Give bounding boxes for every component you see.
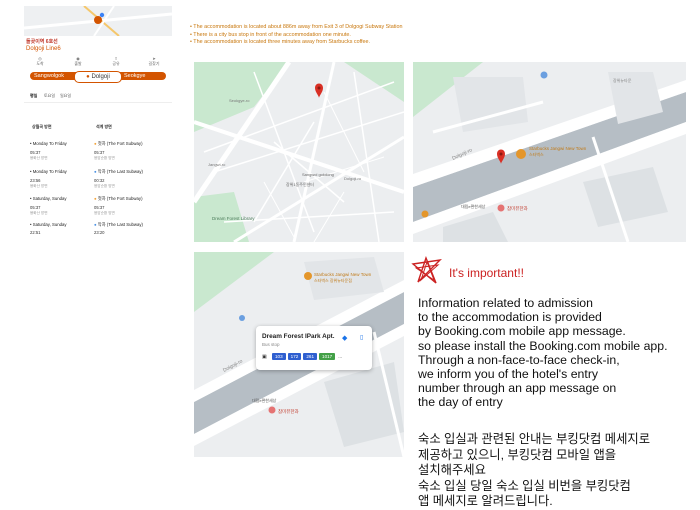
station-mini-map[interactable] (24, 6, 172, 36)
directions-icon[interactable]: ◆ (342, 334, 347, 342)
map-label: Dolgoji-ro (344, 176, 362, 181)
location-notes: • The accommodation is located about 886… (190, 24, 402, 47)
station-title: 돌곶이역 6호선 (26, 39, 58, 45)
close-up-map-graphic: Dolgoji-ro Starbucks Jangwi New Town 스타벅… (413, 62, 686, 242)
share-button[interactable]: ⇪ 공유 (104, 56, 128, 67)
note-item: • There is a city bus stop in front of t… (190, 31, 351, 38)
bus-route-badge[interactable]: 172 (287, 353, 302, 360)
info-line: 설치해주세요 (418, 463, 486, 477)
depart-button[interactable]: ◉ 출발 (66, 56, 90, 67)
info-line: to the accommodation is provided (418, 310, 602, 325)
current-station-icon: ● (86, 74, 90, 80)
bus-stop-subtitle: Bus stop (262, 342, 280, 347)
bus-stop-title: Dream Forest IPark Apt. (262, 333, 335, 340)
map-label: Jangwi-ro (208, 162, 226, 167)
mini-map-graphic (24, 6, 172, 36)
map-label: 대림e편한세상 (252, 397, 277, 403)
last-train-icon: ● (94, 222, 97, 227)
info-line: number through an app message on (418, 381, 617, 396)
arrive-button[interactable]: ◎ 도착 (28, 56, 52, 67)
map-label: Dream Forest Library (212, 216, 255, 221)
transit-icon (540, 71, 548, 79)
divider (24, 102, 172, 103)
bus-route-badge[interactable]: 261 (303, 353, 318, 360)
info-line: 숙소 입실 당일 숙소 입실 비번을 부킹닷컴 (418, 478, 631, 493)
bus-route-list: 103 172 261 1017 ... (272, 353, 343, 360)
map-label: 참미뷰한과 (278, 408, 299, 415)
first-train-icon: ● (94, 141, 97, 146)
important-heading: It's important!! (449, 266, 524, 280)
bus-route-more[interactable]: ... (337, 353, 343, 360)
info-line: we inform you of the hotel's entry (418, 367, 599, 382)
starbucks-marker-icon (304, 272, 312, 280)
map-label: 장위1동주민센터 (286, 181, 314, 187)
clinic-marker-icon (268, 406, 276, 414)
bus-stop-card[interactable]: Dream Forest IPark Apt. Bus stop ◆ ▯ ▣ 1… (256, 326, 372, 370)
route-current-station: ● Dolgoji (74, 71, 122, 83)
tab-sunday[interactable]: 일요일 (60, 93, 71, 99)
info-line: 앱 메세지로 알려드립니다. (418, 494, 553, 508)
route-next-station[interactable]: Seokgye (124, 72, 145, 80)
station-marker-icon (94, 16, 102, 24)
directions-button[interactable]: ➤ 길찾기 (142, 56, 166, 67)
note-item: • The accommodation is located about 886… (190, 24, 403, 30)
star-scribble-icon (411, 256, 442, 284)
bus-stop-map[interactable]: Starbucks Jangwi New Town 스타벅스 장위뉴타운점 Do… (194, 252, 404, 457)
map-label: 대림e편한세상 (461, 203, 486, 209)
note-item: • The accommodation is located three min… (190, 39, 370, 45)
info-line: Through a non-face-to-face check-in, (418, 352, 620, 367)
first-train-icon: ● (94, 196, 97, 201)
info-line: so please install the Booking.com mobile… (418, 338, 668, 353)
station-name: Dolgoji Line6 (26, 46, 61, 52)
info-line: the day of entry (418, 395, 503, 410)
close-up-map[interactable]: Dolgoji-ro Starbucks Jangwi New Town 스타벅… (413, 62, 686, 242)
map-label: 장위뉴타운 (613, 77, 632, 83)
admission-info-korean: 숙소 입실과 관련된 안내는 부킹닷컴 메세지로 제공하고 있으니, 부킹닷컴 … (418, 432, 700, 510)
bus-route-badge[interactable]: 1017 (319, 353, 336, 360)
route-prev-station[interactable]: Sangwolgok (34, 72, 64, 80)
info-line: 제공하고 있으니, 부킹닷컴 모바일 앱을 (418, 447, 617, 462)
map-label: 스타벅스 장위뉴타운점 (314, 277, 352, 283)
starbucks-marker-icon (516, 149, 526, 159)
tab-saturday[interactable]: 토요일 (44, 93, 55, 99)
admission-info-english: Information related to admission to the … (418, 296, 700, 410)
neighborhood-map-graphic: Seokgye-ro Dolgoji-ro Jangwi-ro Dream Fo… (194, 62, 404, 242)
subway-timetable-panel: 돌곶이역 6호선 Dolgoji Line6 ◎ 도착 ◉ 출발 ⇪ 공유 ➤ 길찾기 … (24, 6, 172, 238)
save-icon[interactable]: ▯ (360, 334, 363, 341)
bus-icon: ▣ (262, 354, 267, 360)
transit-icon (239, 315, 245, 321)
map-label: 스타벅스 (529, 151, 544, 157)
neighborhood-map[interactable]: Seokgye-ro Dolgoji-ro Jangwi-ro Dream Fo… (194, 62, 404, 242)
bus-route-badge[interactable]: 103 (272, 353, 286, 360)
shop-marker-icon (421, 210, 429, 218)
column-header-left: 상월곡 방면 (32, 124, 52, 129)
map-label: Starbucks Jangwi New Town (529, 146, 587, 151)
last-train-icon: ● (94, 169, 97, 174)
clinic-marker-icon (497, 204, 505, 212)
column-header-right: 석계 방면 (96, 124, 112, 129)
info-line: Information related to admission (418, 296, 593, 310)
info-line: 숙소 입실과 관련된 안내는 부킹닷컴 메세지로 (418, 432, 651, 446)
info-line: by Booking.com mobile app message. (418, 324, 626, 339)
map-label: Sangwol gokdong (302, 172, 334, 177)
map-label: 참미뷰한과 (507, 205, 528, 212)
map-label: Starbucks Jangwi New Town (314, 272, 372, 277)
map-label: Seokgye-ro (229, 98, 250, 103)
tab-weekday[interactable]: 평일 (30, 93, 37, 99)
